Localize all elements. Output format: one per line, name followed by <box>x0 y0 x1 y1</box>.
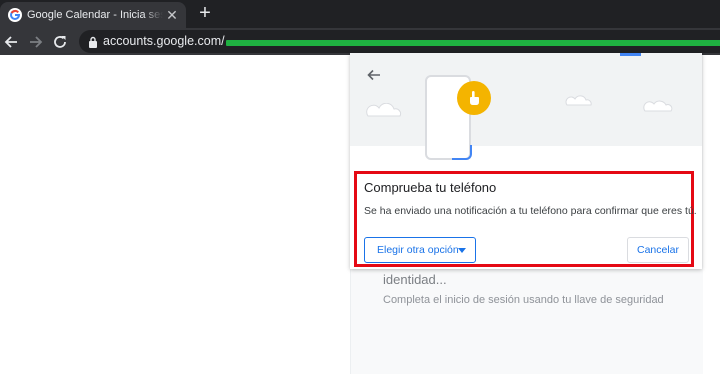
reload-icon[interactable] <box>50 32 70 52</box>
choose-other-option-label: Elegir otra opción <box>377 244 459 256</box>
tab-strip: Google Calendar - Inicia sesión p ✕ + <box>0 0 720 28</box>
choose-other-option-button[interactable]: Elegir otra opción <box>364 237 476 263</box>
chevron-down-icon <box>458 248 466 253</box>
lock-icon <box>89 36 97 48</box>
progress-indicator <box>620 53 641 56</box>
cancel-label: Cancelar <box>636 244 680 256</box>
phone-accent <box>452 145 472 160</box>
url-text: accounts.google.com/ <box>103 34 225 48</box>
cloud-icon <box>643 100 673 112</box>
tap-hand-icon <box>470 91 479 105</box>
cloud-icon <box>366 103 401 117</box>
browser-tab[interactable]: Google Calendar - Inicia sesión p ✕ <box>0 2 186 28</box>
verification-subtext: Completa el inicio de sesión usando tu l… <box>383 294 664 306</box>
close-icon[interactable]: ✕ <box>165 8 179 22</box>
address-bar[interactable]: accounts.google.com/ <box>79 30 720 53</box>
cancel-button[interactable]: Cancelar <box>627 237 689 263</box>
back-arrow-icon[interactable] <box>366 67 382 83</box>
dialog-illustration <box>350 53 702 160</box>
forward-arrow-icon[interactable] <box>25 32 45 52</box>
dialog-title: Comprueba tu teléfono <box>364 180 497 195</box>
dialog-message: Se ha enviado una notificación a tu telé… <box>364 205 697 217</box>
browser-toolbar: accounts.google.com/ <box>0 28 720 55</box>
url-redaction <box>226 40 720 46</box>
back-arrow-icon[interactable] <box>2 32 22 52</box>
cloud-icon <box>565 95 592 106</box>
google-favicon-icon <box>8 8 22 22</box>
plus-icon[interactable]: + <box>195 3 215 23</box>
tab-title: Google Calendar - Inicia sesión p <box>27 9 163 21</box>
